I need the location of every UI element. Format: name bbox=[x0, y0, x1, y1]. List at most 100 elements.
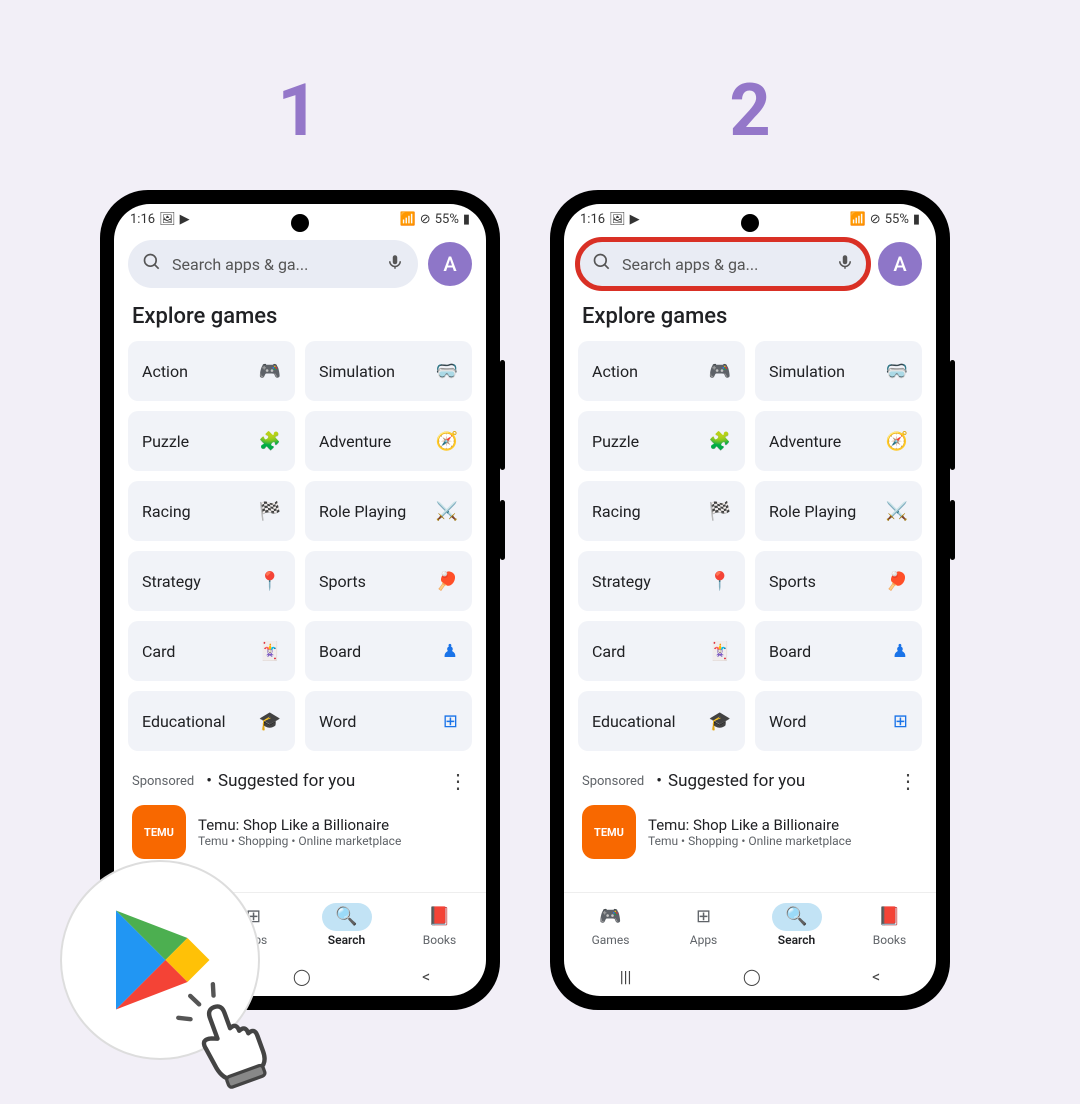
category-board[interactable]: Board♟ bbox=[755, 621, 922, 681]
category-label: Racing bbox=[142, 502, 191, 521]
nav-label: Books bbox=[423, 933, 456, 947]
roleplaying-icon: ⚔️ bbox=[436, 501, 458, 522]
category-label: Action bbox=[142, 362, 188, 381]
recents-button[interactable]: ||| bbox=[620, 967, 632, 986]
action-icon: 🎮 bbox=[259, 361, 281, 382]
category-word[interactable]: Word⊞ bbox=[755, 691, 922, 751]
camera-dot bbox=[741, 214, 759, 232]
more-icon[interactable]: ⋮ bbox=[898, 769, 918, 793]
category-label: Sports bbox=[769, 572, 816, 591]
step-number-1: 1 bbox=[268, 68, 328, 153]
explore-heading: Explore games bbox=[114, 294, 486, 341]
back-button[interactable]: < bbox=[422, 967, 430, 986]
phone-frame-2: 1:16 🖼 ▶ 📶 ⊘ 55% ▮ Search apps & ga... bbox=[550, 190, 950, 1010]
profile-avatar[interactable]: A bbox=[428, 242, 472, 286]
status-time: 1:16 bbox=[580, 212, 605, 227]
category-label: Adventure bbox=[319, 432, 391, 451]
home-button[interactable]: ◯ bbox=[293, 967, 311, 986]
adventure-icon: 🧭 bbox=[436, 431, 458, 452]
category-roleplaying[interactable]: Role Playing⚔️ bbox=[305, 481, 472, 541]
sports-icon: 🏓 bbox=[886, 571, 908, 592]
screen-2: 1:16 🖼 ▶ 📶 ⊘ 55% ▮ Search apps & ga... bbox=[564, 204, 936, 996]
app-name: Temu: Shop Like a Billionaire bbox=[648, 816, 918, 834]
app-row-temu[interactable]: TEMU Temu: Shop Like a Billionaire Temu … bbox=[578, 801, 922, 863]
nav-search[interactable]: 🔍Search bbox=[312, 903, 382, 947]
mic-icon[interactable] bbox=[836, 253, 854, 275]
nav-books[interactable]: 📕Books bbox=[855, 903, 925, 947]
category-action[interactable]: Action 🎮 bbox=[128, 341, 295, 401]
nav-label: Search bbox=[328, 933, 365, 947]
category-label: Role Playing bbox=[769, 502, 856, 521]
status-image-icon: 🖼 bbox=[159, 212, 176, 227]
nav-label: Books bbox=[873, 933, 906, 947]
category-strategy[interactable]: Strategy📍 bbox=[128, 551, 295, 611]
category-puzzle[interactable]: Puzzle🧩 bbox=[128, 411, 295, 471]
status-image-icon: 🖼 bbox=[609, 212, 626, 227]
category-strategy[interactable]: Strategy📍 bbox=[578, 551, 745, 611]
category-board[interactable]: Board ♟ bbox=[305, 621, 472, 681]
sponsored-label: Sponsored bbox=[132, 774, 194, 789]
category-label: Simulation bbox=[319, 362, 395, 381]
adventure-icon: 🧭 bbox=[886, 431, 908, 452]
wifi-icon: 📶 bbox=[850, 212, 866, 227]
category-simulation[interactable]: Simulation🥽 bbox=[755, 341, 922, 401]
battery-percent: 55% bbox=[885, 212, 909, 227]
battery-icon: ▮ bbox=[463, 212, 470, 227]
bottom-nav: 🎮Games ⊞Apps 🔍Search 📕Books bbox=[564, 892, 936, 956]
mic-icon[interactable] bbox=[386, 253, 404, 275]
app-row-temu[interactable]: TEMU Temu: Shop Like a Billionaire Temu … bbox=[128, 801, 472, 863]
category-educational[interactable]: Educational🎓 bbox=[128, 691, 295, 751]
category-label: Action bbox=[592, 362, 638, 381]
category-label: Board bbox=[319, 642, 361, 661]
games-icon: 🎮 bbox=[586, 903, 636, 931]
educational-icon: 🎓 bbox=[709, 711, 731, 732]
category-sports[interactable]: Sports 🏓 bbox=[755, 551, 922, 611]
category-adventure[interactable]: Adventure🧭 bbox=[755, 411, 922, 471]
search-icon bbox=[142, 252, 162, 276]
power-button bbox=[500, 500, 505, 560]
nav-games[interactable]: 🎮Games bbox=[576, 903, 646, 947]
category-label: Simulation bbox=[769, 362, 845, 381]
category-educational[interactable]: Educational🎓 bbox=[578, 691, 745, 751]
back-button[interactable]: < bbox=[872, 967, 880, 986]
nav-search[interactable]: 🔍Search bbox=[762, 903, 832, 947]
category-card[interactable]: Card🃏 bbox=[128, 621, 295, 681]
category-grid: Action🎮 Simulation🥽 Puzzle🧩 Adventure🧭 R… bbox=[578, 341, 922, 751]
category-simulation[interactable]: Simulation 🥽 bbox=[305, 341, 472, 401]
home-button[interactable]: ◯ bbox=[743, 967, 761, 986]
category-sports[interactable]: Sports🏓 bbox=[305, 551, 472, 611]
category-label: Sports bbox=[319, 572, 366, 591]
status-play-icon: ▶ bbox=[630, 212, 640, 227]
category-label: Strategy bbox=[142, 572, 201, 591]
category-adventure[interactable]: Adventure 🧭 bbox=[305, 411, 472, 471]
system-nav: ||| ◯ < bbox=[564, 956, 936, 996]
search-bar[interactable]: Search apps & ga... bbox=[128, 240, 418, 288]
category-word[interactable]: Word⊞ bbox=[305, 691, 472, 751]
app-icon: TEMU bbox=[132, 805, 186, 859]
play-store-tap-overlay bbox=[60, 860, 260, 1060]
category-roleplaying[interactable]: Role Playing⚔️ bbox=[755, 481, 922, 541]
board-icon: ♟ bbox=[892, 641, 908, 662]
category-racing[interactable]: Racing🏁 bbox=[578, 481, 745, 541]
search-bar-highlighted[interactable]: Search apps & ga... bbox=[578, 240, 868, 288]
app-meta: Temu • Shopping • Online marketplace bbox=[198, 834, 468, 848]
category-puzzle[interactable]: Puzzle🧩 bbox=[578, 411, 745, 471]
puzzle-icon: 🧩 bbox=[709, 431, 731, 452]
category-card[interactable]: Card🃏 bbox=[578, 621, 745, 681]
nav-label: Search bbox=[778, 933, 815, 947]
word-icon: ⊞ bbox=[893, 711, 908, 732]
search-placeholder: Search apps & ga... bbox=[172, 255, 308, 274]
step-number-2: 2 bbox=[720, 68, 780, 153]
app-icon: TEMU bbox=[582, 805, 636, 859]
card-icon: 🃏 bbox=[259, 641, 281, 662]
category-racing[interactable]: Racing🏁 bbox=[128, 481, 295, 541]
more-icon[interactable]: ⋮ bbox=[448, 769, 468, 793]
category-action[interactable]: Action🎮 bbox=[578, 341, 745, 401]
simulation-icon: 🥽 bbox=[436, 361, 458, 382]
nav-books[interactable]: 📕Books bbox=[405, 903, 475, 947]
board-icon: ♟ bbox=[442, 641, 458, 662]
profile-avatar[interactable]: A bbox=[878, 242, 922, 286]
apps-icon: ⊞ bbox=[679, 903, 729, 931]
nav-apps[interactable]: ⊞Apps bbox=[669, 903, 739, 947]
status-time: 1:16 bbox=[130, 212, 155, 227]
